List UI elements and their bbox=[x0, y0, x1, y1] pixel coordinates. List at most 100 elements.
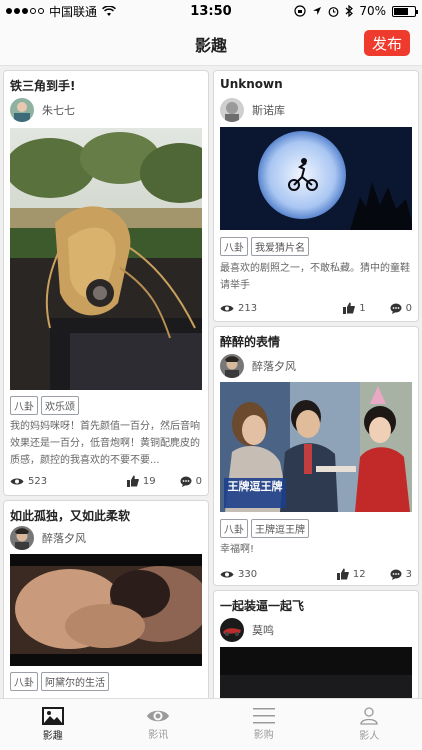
eye-icon bbox=[220, 305, 234, 311]
tag[interactable]: 阿黛尔的生活 bbox=[41, 672, 109, 691]
post-image[interactable] bbox=[10, 554, 202, 666]
wifi-icon bbox=[102, 5, 116, 16]
publish-button[interactable]: 发布 bbox=[364, 30, 410, 56]
likes-stat[interactable]: 1 bbox=[343, 302, 366, 314]
comments-stat[interactable]: 3 bbox=[390, 569, 412, 580]
tab-yingren[interactable]: 影人 bbox=[317, 699, 422, 750]
post-card[interactable]: 醉醉的表情 醉落夕风 王牌逗王牌 八卦 王牌逗王牌 幸福啊! 330 12 3 bbox=[213, 326, 419, 586]
status-bar: 中国联通 13:50 70% bbox=[0, 0, 422, 22]
post-card[interactable]: Unknown 斯诺库 八卦 我爱猜片名 最喜欢的剧照之一，不敢私藏。猜中的童鞋… bbox=[213, 70, 419, 322]
comments-stat[interactable]: 0 bbox=[180, 476, 202, 487]
eye-icon bbox=[147, 710, 170, 722]
post-title: 铁三角到手! bbox=[10, 79, 76, 93]
post-image[interactable] bbox=[10, 128, 202, 390]
post-image[interactable] bbox=[220, 127, 412, 230]
battery-percent: 70% bbox=[359, 4, 386, 18]
status-right: 70% bbox=[294, 4, 418, 18]
tab-label: 影趣 bbox=[42, 731, 63, 742]
post-title: 醉醉的表情 bbox=[220, 335, 281, 349]
carrier-label: 中国联通 bbox=[49, 4, 98, 19]
eye-icon bbox=[10, 478, 24, 484]
tag[interactable]: 王牌逗王牌 bbox=[251, 519, 309, 538]
movie-caption-text: 王牌逗王牌 bbox=[228, 479, 283, 493]
post-stats: 523 19 0 bbox=[10, 475, 202, 487]
tag-list: 八卦 阿黛尔的生活 bbox=[10, 672, 109, 691]
post-image[interactable]: 王牌逗王牌 bbox=[220, 382, 412, 512]
tab-bar: 影趣 影讯 影购 影人 bbox=[0, 698, 422, 750]
tab-yingqu[interactable]: 影趣 bbox=[0, 699, 106, 750]
likes-count: 12 bbox=[352, 568, 366, 580]
tab-yingxun[interactable]: 影讯 bbox=[106, 699, 212, 750]
post-description: 最喜欢的剧照之一，不敢私藏。猜中的童鞋请举手 bbox=[220, 263, 410, 291]
post-title: Unknown bbox=[220, 77, 283, 91]
post-card[interactable]: 一起装逼一起飞 莫鸣 bbox=[213, 590, 419, 710]
post-description: 幸福啊! bbox=[220, 544, 255, 555]
likes-count: 1 bbox=[359, 302, 366, 314]
likes-stat[interactable]: 19 bbox=[126, 475, 156, 487]
avatar bbox=[10, 526, 34, 550]
avatar bbox=[220, 98, 244, 122]
post-description: 我的妈妈咪呀！首先颜值一百分，然后音响效果还是一百分，低音炮啊！黄铜配麂皮的质感… bbox=[10, 421, 200, 466]
author-name: 醉落夕风 bbox=[252, 360, 296, 373]
nav-bar: 影趣 发布 bbox=[0, 22, 422, 66]
likes-count: 19 bbox=[142, 475, 156, 487]
post-author[interactable]: 莫鸣 bbox=[220, 618, 274, 642]
rotation-lock-icon bbox=[294, 5, 306, 17]
battery-icon bbox=[392, 5, 418, 17]
thumbs-up-icon bbox=[336, 568, 349, 580]
post-author[interactable]: 醉落夕风 bbox=[10, 526, 86, 550]
page-title: 影趣 bbox=[194, 35, 227, 55]
views-stat: 213 bbox=[220, 303, 343, 314]
tag[interactable]: 八卦 bbox=[220, 519, 248, 538]
author-name: 莫鸣 bbox=[252, 624, 274, 637]
eye-icon bbox=[220, 571, 234, 577]
tag[interactable]: 八卦 bbox=[10, 672, 38, 691]
post-title: 如此孤独，又如此柔软 bbox=[10, 509, 131, 523]
avatar bbox=[220, 354, 244, 378]
thumbs-up-icon bbox=[126, 475, 139, 487]
post-card[interactable]: 如此孤独，又如此柔软 醉落夕风 八卦 阿黛尔的生活 bbox=[3, 500, 209, 710]
views-stat: 523 bbox=[10, 476, 127, 487]
tag[interactable]: 八卦 bbox=[10, 396, 38, 415]
comments-count: 0 bbox=[195, 475, 202, 487]
tag[interactable]: 八卦 bbox=[220, 237, 248, 256]
post-stats: 330 12 3 bbox=[220, 568, 412, 580]
tag[interactable]: 我爱猜片名 bbox=[251, 237, 309, 256]
comments-count: 0 bbox=[405, 302, 412, 314]
views-count: 330 bbox=[238, 568, 258, 580]
comments-count: 3 bbox=[405, 568, 412, 580]
author-name: 朱七七 bbox=[42, 104, 75, 117]
comments-stat[interactable]: 0 bbox=[390, 303, 412, 314]
image-icon bbox=[41, 707, 64, 725]
comment-icon bbox=[390, 569, 402, 580]
thumbs-up-icon bbox=[343, 302, 356, 314]
views-count: 213 bbox=[238, 302, 258, 314]
tag-list: 八卦 欢乐颂 bbox=[10, 396, 79, 415]
tab-label: 影讯 bbox=[148, 730, 169, 741]
comment-icon bbox=[180, 476, 192, 487]
post-title: 一起装逼一起飞 bbox=[220, 599, 305, 613]
location-icon bbox=[313, 7, 322, 15]
alarm-icon bbox=[328, 6, 339, 17]
tab-yinggou[interactable]: 影购 bbox=[211, 699, 317, 750]
likes-stat[interactable]: 12 bbox=[336, 568, 366, 580]
post-author[interactable]: 斯诺库 bbox=[220, 98, 285, 122]
post-author[interactable]: 朱七七 bbox=[10, 98, 75, 122]
tag-list: 八卦 王牌逗王牌 bbox=[220, 519, 309, 538]
author-name: 醉落夕风 bbox=[42, 532, 86, 545]
signal-dots-icon bbox=[6, 8, 44, 14]
post-card[interactable]: 铁三角到手! 朱七七 八卦 欢乐颂 我的妈妈咪呀！首先颜值一百分，然后音响效果还… bbox=[3, 70, 209, 496]
avatar bbox=[10, 98, 34, 122]
post-author[interactable]: 醉落夕风 bbox=[220, 354, 296, 378]
bluetooth-icon bbox=[345, 5, 354, 17]
comment-icon bbox=[390, 303, 402, 314]
tab-label: 影人 bbox=[359, 731, 380, 742]
tag-list: 八卦 我爱猜片名 bbox=[220, 237, 309, 256]
menu-lines-icon bbox=[252, 708, 275, 724]
tab-label: 影购 bbox=[253, 730, 274, 741]
avatar bbox=[220, 618, 244, 642]
views-count: 523 bbox=[28, 475, 48, 487]
author-name: 斯诺库 bbox=[252, 104, 285, 117]
post-stats: 213 1 0 bbox=[220, 302, 412, 314]
tag[interactable]: 欢乐颂 bbox=[41, 396, 79, 415]
